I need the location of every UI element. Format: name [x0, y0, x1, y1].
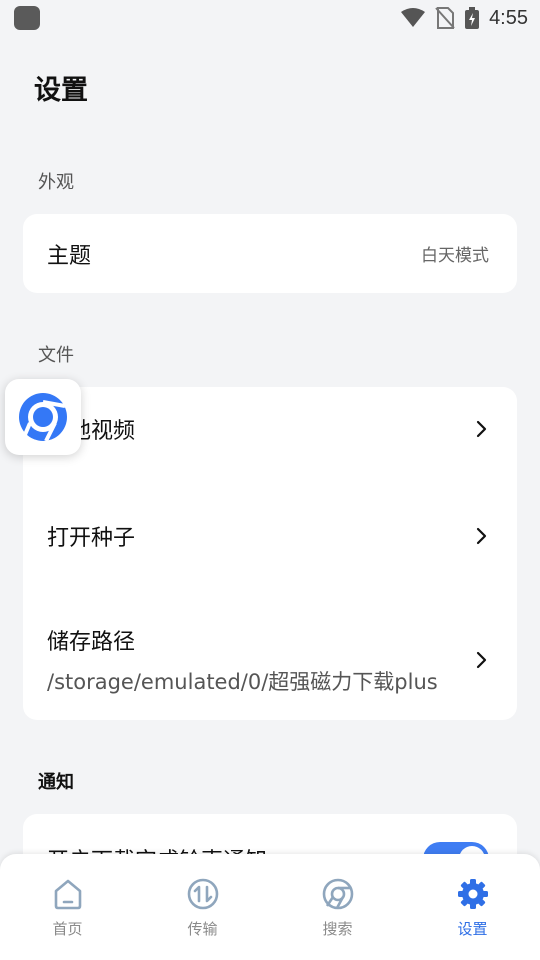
page-title: 设置 [34, 75, 88, 106]
floating-browser-button[interactable] [5, 379, 81, 455]
nav-search[interactable]: 搜索 [270, 854, 405, 960]
chevron-right-icon [476, 651, 487, 669]
nav-settings-label: 设置 [457, 920, 488, 938]
status-icons: 4:55 [401, 7, 528, 30]
storage-path-label: 储存路径 [47, 630, 136, 655]
battery-charging-icon [465, 7, 480, 29]
chevron-right-icon [476, 527, 487, 545]
section-label-appearance: 外观 [38, 172, 74, 193]
open-torrent-row[interactable]: 打开种子 [23, 494, 517, 578]
nav-home[interactable]: 首页 [0, 854, 135, 960]
files-card: 本地视频 打开种子 储存路径 /storage/emulated/0/超强磁力下… [23, 387, 517, 720]
section-label-notifications: 通知 [38, 772, 74, 793]
local-video-row[interactable]: 本地视频 [23, 387, 517, 471]
nav-transfer[interactable]: 传输 [135, 854, 270, 960]
storage-path-row[interactable]: 储存路径 /storage/emulated/0/超强磁力下载plus [23, 607, 517, 713]
appearance-card: 主题 白天模式 [23, 214, 517, 293]
nav-home-label: 首页 [52, 920, 83, 938]
browser-icon [19, 393, 67, 442]
status-bar: 4:55 [0, 0, 540, 36]
theme-row[interactable]: 主题 白天模式 [23, 214, 517, 293]
home-icon [54, 879, 81, 910]
nav-transfer-label: 传输 [187, 920, 218, 938]
theme-label: 主题 [47, 243, 92, 269]
chevron-right-icon [476, 420, 487, 438]
gear-icon [457, 879, 488, 909]
nav-search-label: 搜索 [322, 920, 353, 938]
browser-icon [322, 878, 353, 910]
section-label-files: 文件 [38, 345, 74, 366]
bottom-nav: 首页 传输 搜索 设置 [0, 854, 540, 960]
open-torrent-label: 打开种子 [47, 526, 136, 551]
storage-path-text: 储存路径 /storage/emulated/0/超强磁力下载plus [47, 624, 438, 696]
theme-value: 白天模式 [421, 246, 489, 266]
status-time: 4:55 [489, 6, 528, 29]
transfer-icon [187, 878, 218, 910]
storage-path-value: /storage/emulated/0/超强磁力下载plus [47, 670, 438, 694]
app-notification-icon [14, 6, 40, 30]
no-sim-icon [435, 7, 455, 29]
wifi-icon [401, 8, 426, 27]
nav-settings[interactable]: 设置 [405, 854, 540, 960]
